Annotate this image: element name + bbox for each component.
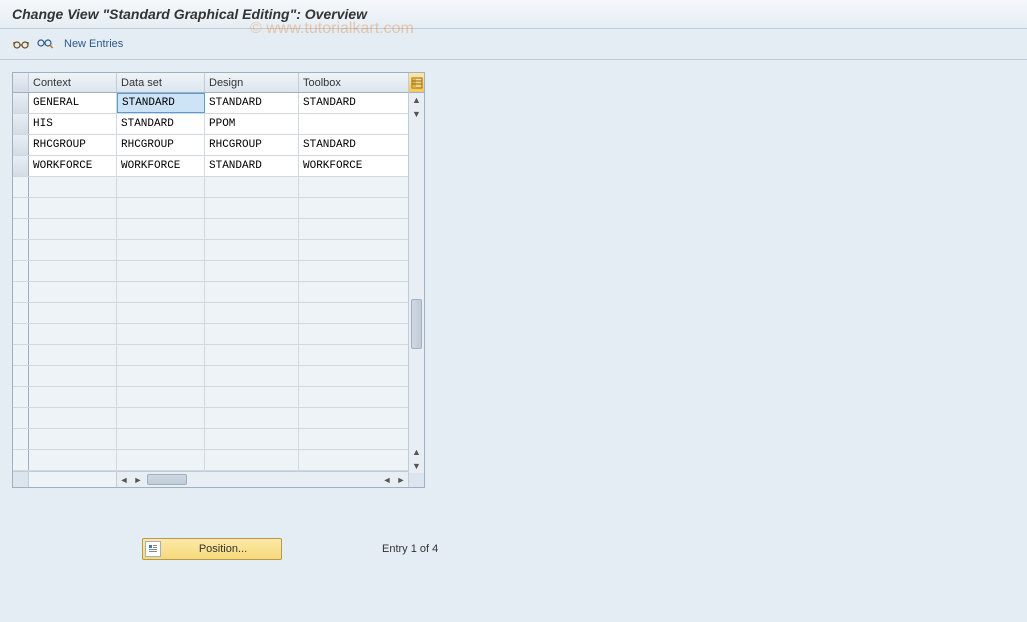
table-row-empty[interactable]: [13, 429, 408, 450]
position-icon: [145, 541, 161, 557]
table-row[interactable]: RHCGROUP RHCGROUP RHCGROUP STANDARD: [13, 135, 408, 156]
new-entries-button[interactable]: New Entries: [64, 38, 123, 50]
hscroll-track[interactable]: [145, 472, 380, 487]
scroll-right-icon[interactable]: ►: [131, 472, 145, 487]
column-header-toolbox[interactable]: Toolbox: [299, 73, 408, 92]
glasses-search-icon[interactable]: [36, 35, 54, 53]
cell-context[interactable]: RHCGROUP: [29, 135, 117, 155]
cell-dataset[interactable]: STANDARD: [117, 114, 205, 134]
table-row-empty[interactable]: [13, 408, 408, 429]
cell-toolbox[interactable]: STANDARD: [299, 135, 408, 155]
position-button-label: Position...: [171, 543, 275, 555]
content-area: Context Data set Design Toolbox GENERAL …: [0, 60, 1027, 572]
table-row-empty[interactable]: [13, 282, 408, 303]
table-row-empty[interactable]: [13, 366, 408, 387]
cell-design[interactable]: STANDARD: [205, 93, 299, 113]
row-selector[interactable]: [13, 93, 29, 113]
cell-toolbox[interactable]: STANDARD: [299, 93, 408, 113]
row-selector[interactable]: [13, 156, 29, 176]
row-selector-header[interactable]: [13, 73, 29, 92]
column-header-dataset[interactable]: Data set: [117, 73, 205, 92]
data-table: Context Data set Design Toolbox GENERAL …: [12, 72, 425, 488]
row-selector[interactable]: [13, 114, 29, 134]
table-row-empty[interactable]: [13, 450, 408, 471]
cell-dataset[interactable]: STANDARD: [117, 93, 205, 113]
position-button[interactable]: Position...: [142, 538, 282, 560]
cell-context[interactable]: WORKFORCE: [29, 156, 117, 176]
scroll-up-end-icon[interactable]: ▲: [409, 445, 424, 459]
column-header-design[interactable]: Design: [205, 73, 299, 92]
footer-row: Position... Entry 1 of 4: [12, 538, 1015, 560]
table-row[interactable]: GENERAL STANDARD STANDARD STANDARD: [13, 93, 408, 114]
vscroll-thumb[interactable]: [411, 299, 422, 349]
table-row-empty[interactable]: [13, 240, 408, 261]
scroll-down-icon[interactable]: ▼: [409, 107, 424, 121]
table-row-empty[interactable]: [13, 324, 408, 345]
scroll-left-end-icon[interactable]: ◄: [380, 472, 394, 487]
vscroll-track[interactable]: [409, 121, 424, 445]
table-row-empty[interactable]: [13, 387, 408, 408]
cell-design[interactable]: RHCGROUP: [205, 135, 299, 155]
row-selector[interactable]: [13, 135, 29, 155]
cell-toolbox[interactable]: WORKFORCE: [299, 156, 408, 176]
scroll-down-end-icon[interactable]: ▼: [409, 459, 424, 473]
glasses-icon[interactable]: [12, 35, 30, 53]
window-title-bar: Change View "Standard Graphical Editing"…: [0, 0, 1027, 29]
table-settings-icon[interactable]: [409, 73, 424, 93]
scroll-left-icon[interactable]: ◄: [117, 472, 131, 487]
table-header-row: Context Data set Design Toolbox: [13, 73, 408, 93]
cell-toolbox[interactable]: [299, 114, 408, 134]
column-header-context[interactable]: Context: [29, 73, 117, 92]
table-row-empty[interactable]: [13, 261, 408, 282]
cell-context[interactable]: HIS: [29, 114, 117, 134]
table-row[interactable]: HIS STANDARD PPOM: [13, 114, 408, 135]
scrollbar-corner: [409, 473, 424, 487]
cell-dataset[interactable]: RHCGROUP: [117, 135, 205, 155]
table-row-empty[interactable]: [13, 177, 408, 198]
table-body: GENERAL STANDARD STANDARD STANDARD HIS S…: [13, 93, 408, 471]
vertical-scrollbar[interactable]: ▲ ▼ ▲ ▼: [408, 73, 424, 487]
horizontal-scrollbar[interactable]: ◄ ► ◄ ►: [13, 471, 408, 487]
cell-context[interactable]: GENERAL: [29, 93, 117, 113]
page-title: Change View "Standard Graphical Editing"…: [12, 6, 367, 22]
table-row-empty[interactable]: [13, 345, 408, 366]
application-toolbar: New Entries: [0, 29, 1027, 60]
table-row-empty[interactable]: [13, 198, 408, 219]
table-row[interactable]: WORKFORCE WORKFORCE STANDARD WORKFORCE: [13, 156, 408, 177]
table-row-empty[interactable]: [13, 219, 408, 240]
cell-design[interactable]: PPOM: [205, 114, 299, 134]
table-row-empty[interactable]: [13, 303, 408, 324]
cell-design[interactable]: STANDARD: [205, 156, 299, 176]
cell-dataset[interactable]: WORKFORCE: [117, 156, 205, 176]
scroll-up-icon[interactable]: ▲: [409, 93, 424, 107]
scroll-right-end-icon[interactable]: ►: [394, 472, 408, 487]
hscroll-thumb[interactable]: [147, 474, 187, 485]
entry-counter: Entry 1 of 4: [382, 543, 438, 555]
